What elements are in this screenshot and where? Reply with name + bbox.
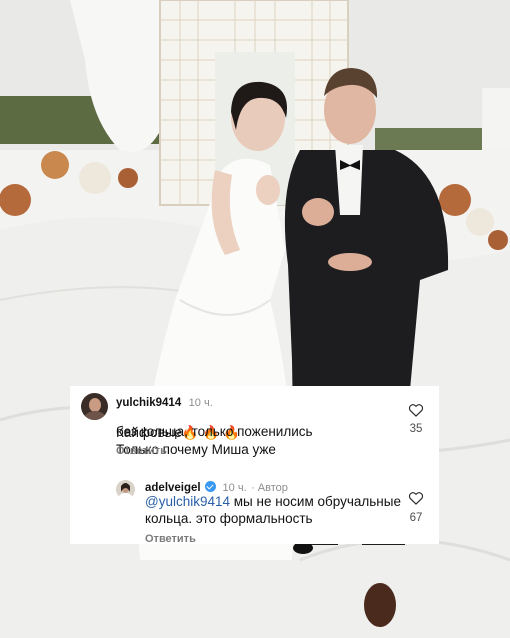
comment-text-line-2: без кольца, только поженились <box>116 424 313 439</box>
mention-link[interactable]: @yulchik9414 <box>145 494 230 509</box>
commenter-avatar[interactable] <box>81 393 108 420</box>
avatar-image <box>81 393 108 420</box>
heart-icon[interactable] <box>408 403 424 417</box>
avatar-image <box>116 480 135 499</box>
heart-icon[interactable] <box>408 491 424 505</box>
reply-text-part-1: мы не носим обручальные <box>230 494 401 509</box>
comment-thread-card: yulchik9414 10 ч. Кайфовые🔥 🔥 🔥 Только п… <box>70 386 439 545</box>
comment-reply-button[interactable]: Ответить <box>116 445 167 457</box>
reply-text-line-1: @yulchik9414 мы не носим обручальные <box>145 493 401 510</box>
verified-badge-icon <box>205 481 217 492</box>
comment-row: yulchik9414 10 ч. Кайфовые🔥 🔥 🔥 Только п… <box>70 386 439 458</box>
reply-text-line-2: кольца. это формальность <box>145 511 313 526</box>
author-avatar[interactable] <box>116 480 135 499</box>
reply-like-count: 67 <box>409 512 423 524</box>
comment-like-count: 35 <box>409 423 423 435</box>
reply-reply-button[interactable]: Ответить <box>145 533 196 545</box>
reply-row: adelveigel 10 ч. · Автор @yulchik9414 мы… <box>70 470 439 545</box>
